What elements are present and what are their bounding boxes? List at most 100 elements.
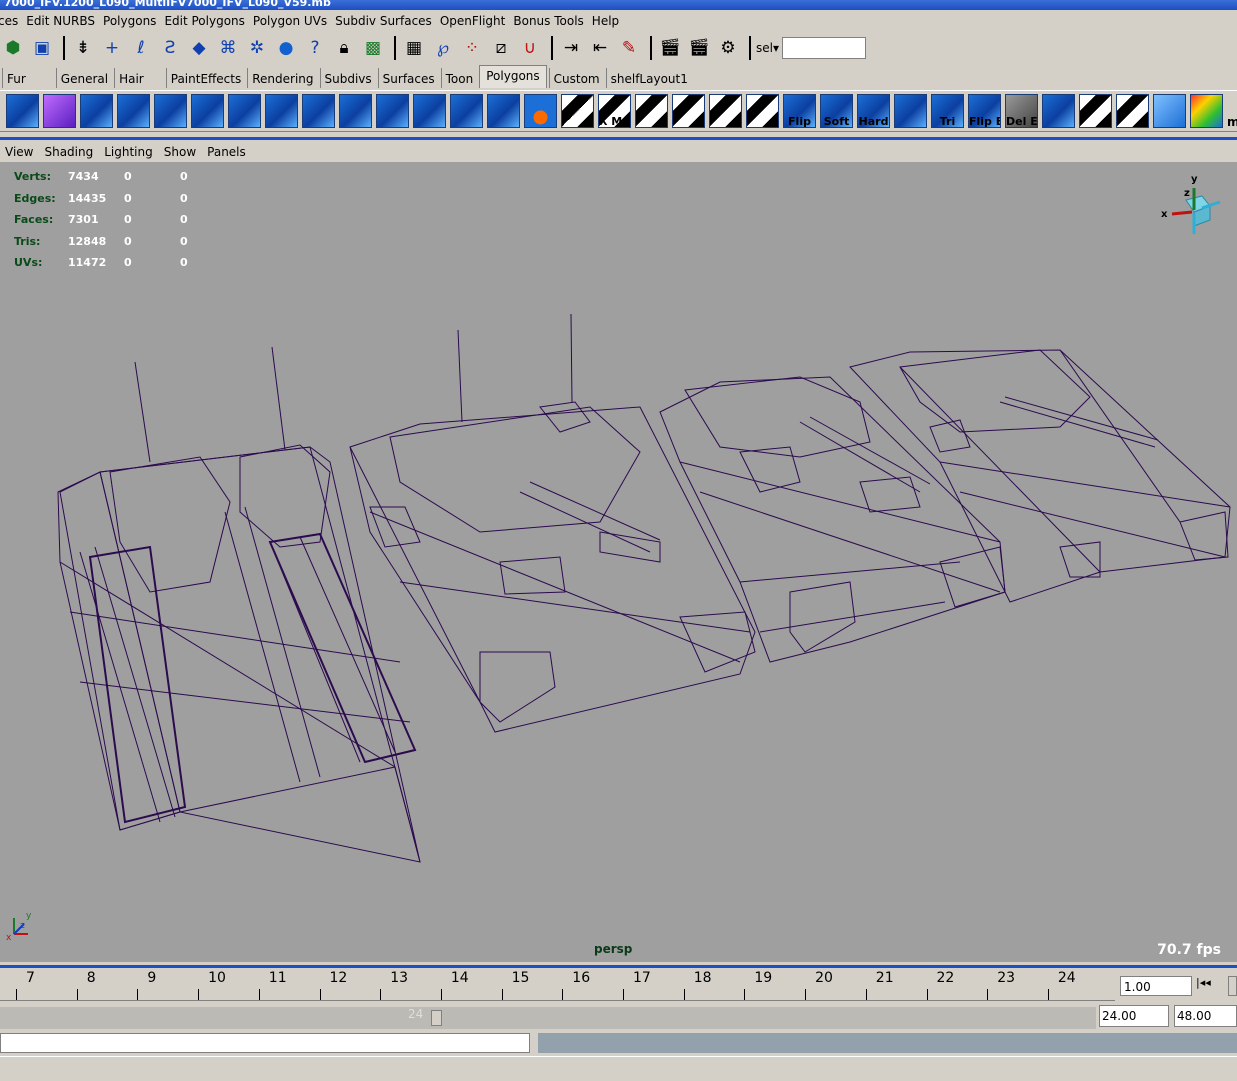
snap-point-icon[interactable]: ℓ [128,35,154,61]
snap-grid-icon[interactable]: ⇟ [70,35,96,61]
range-start-field[interactable]: 24.00 [1099,1005,1169,1027]
poly-cone-icon[interactable] [524,94,557,128]
ipr-render-icon[interactable]: 🎬︎ [686,35,712,61]
tab-toon[interactable]: Toon [440,68,478,88]
menu-item-help[interactable]: Help [592,11,627,31]
menu-item-edit-polygons[interactable]: Edit Polygons [164,11,252,31]
tab-surfaces[interactable]: Surfaces [377,68,439,88]
range-slider[interactable]: 24 24.00 48.00 [0,1004,1237,1030]
snap-curve-icon[interactable]: + [99,35,125,61]
output-ops-icon[interactable]: ⇤ [587,35,613,61]
magnet-icon[interactable]: ∪ [517,35,543,61]
construction-history-icon[interactable]: ✎ [616,35,642,61]
tab-polygons[interactable]: Polygons [479,65,547,88]
wireframe-models[interactable] [0,162,1237,962]
grid-icon[interactable]: ▦ [401,35,427,61]
select-highlight-icon[interactable]: ▩ [360,35,386,61]
tank-model[interactable] [57,346,421,863]
snap-surface-icon[interactable]: ◆ [186,35,212,61]
curve-snap-icon[interactable]: ℘ [430,35,456,61]
poly-append-icon[interactable] [265,94,298,128]
tank-model[interactable] [349,313,756,733]
tab-shelflayout1[interactable]: shelfLayout1 [605,68,692,88]
help-question-icon[interactable]: ? [302,35,328,61]
uv-cylinder-icon[interactable] [672,94,705,128]
selection-mode-dropdown[interactable]: sel▾ [756,41,779,55]
poly-bevel-icon[interactable] [228,94,261,128]
poly-merge-icon[interactable] [302,94,335,128]
mel-pip-icon[interactable]: me Pip [1227,94,1237,129]
range-track[interactable] [0,1007,1096,1029]
menu-item-bonus-tools[interactable]: Bonus Tools [513,11,591,31]
menu-item-subdiv-surfaces[interactable]: Subdiv Surfaces [335,11,440,31]
step-back-button[interactable] [1228,976,1237,996]
uv-planar-icon[interactable] [635,94,668,128]
poly-plane-icon[interactable] [80,94,113,128]
tab-rendering[interactable]: Rendering [247,68,317,88]
menu-item-polygons[interactable]: Polygons [103,11,164,31]
triangulate-icon[interactable]: Tri [931,94,964,128]
menu-item-edit-nurbs[interactable]: Edit NURBS [26,11,103,31]
perspective-viewport[interactable]: Verts: 7434 0 0 Edges: 14435 0 0 Faces: … [0,162,1237,962]
history-icon[interactable]: ⌘ [215,35,241,61]
panel-menu-show[interactable]: Show [159,145,202,159]
flip-normals-icon[interactable]: Flip [783,94,816,128]
uv-layout-icon[interactable] [1116,94,1149,128]
tank-model[interactable] [849,349,1231,603]
go-to-start-button[interactable]: |◂◂ [1196,976,1224,996]
lock-icon[interactable]: 🔒︎ [331,35,357,61]
poly-quadrangulate-icon[interactable] [487,94,520,128]
poly-smooth-icon[interactable] [413,94,446,128]
harden-edges-icon[interactable]: Hard [857,94,890,128]
poly-extrude-edge-icon[interactable] [191,94,224,128]
current-time-field[interactable]: 1.00 [1120,976,1192,996]
snap-view-icon[interactable]: Ƨ [157,35,183,61]
flip-edge-icon[interactable]: Flip E [968,94,1001,128]
tab-subdivs[interactable]: Subdivs [319,68,376,88]
uv-auto-icon[interactable] [746,94,779,128]
tab-painteffects[interactable]: PaintEffects [165,68,245,88]
plane-snap-icon[interactable]: ⧄ [488,35,514,61]
command-input[interactable] [0,1033,530,1053]
range-handle[interactable] [431,1010,442,1026]
poly-cleanup-icon[interactable] [1042,94,1075,128]
panel-menu-lighting[interactable]: Lighting [99,145,159,159]
tank-model[interactable] [659,376,1006,663]
xmap-icon[interactable]: X Map [598,94,631,128]
menu-item-polygon-uvs[interactable]: Polygon UVs [253,11,335,31]
soften-edges-icon[interactable]: Soft [820,94,853,128]
selection-input-field[interactable] [782,37,866,59]
tab-general[interactable]: General [55,68,112,88]
poly-split-icon[interactable] [117,94,150,128]
input-ops-icon[interactable]: ⇥ [558,35,584,61]
menu-item-openflight[interactable]: OpenFlight [440,11,514,31]
render-frame-icon[interactable]: 🎬︎ [657,35,683,61]
poly-separate-icon[interactable] [376,94,409,128]
poly-combine-icon[interactable] [339,94,372,128]
panel-menu-view[interactable]: View [0,145,39,159]
uv-checker-icon[interactable] [561,94,594,128]
uv-editor-icon[interactable] [1079,94,1112,128]
uv-rainbow-icon[interactable] [1190,94,1223,128]
poly-reduce-icon[interactable] [894,94,927,128]
range-end-field[interactable]: 48.00 [1174,1005,1237,1027]
uv-transfer-icon[interactable] [1153,94,1186,128]
ipr-sphere-icon[interactable]: ● [273,35,299,61]
time-slider[interactable]: 7 8 9 10 11 12 13 14 15 16 17 18 19 20 21 22 23 24 1.00 |… [0,965,1237,1003]
panel-menu-shading[interactable]: Shading [39,145,99,159]
select-by-object-icon[interactable]: ▣ [29,35,55,61]
tab-hair[interactable]: Hair [114,68,148,88]
menu-item-ces[interactable]: ces [0,11,26,31]
uv-sphere-icon[interactable] [709,94,742,128]
delete-edge-icon[interactable]: Del E [1005,94,1038,128]
panel-menu-panels[interactable]: Panels [202,145,252,159]
poly-extrude-icon[interactable] [154,94,187,128]
render-globals-icon[interactable]: ⚙ [715,35,741,61]
poly-triangulate-icon[interactable] [450,94,483,128]
tab-custom[interactable]: Custom [548,68,604,88]
poly-cube-icon[interactable] [43,94,76,128]
render-icon[interactable]: ✲ [244,35,270,61]
select-by-hierarchy-icon[interactable]: ⬢ [0,35,26,61]
point-snap-icon[interactable]: ⁘ [459,35,485,61]
tab-fur[interactable]: Fur [2,68,30,88]
